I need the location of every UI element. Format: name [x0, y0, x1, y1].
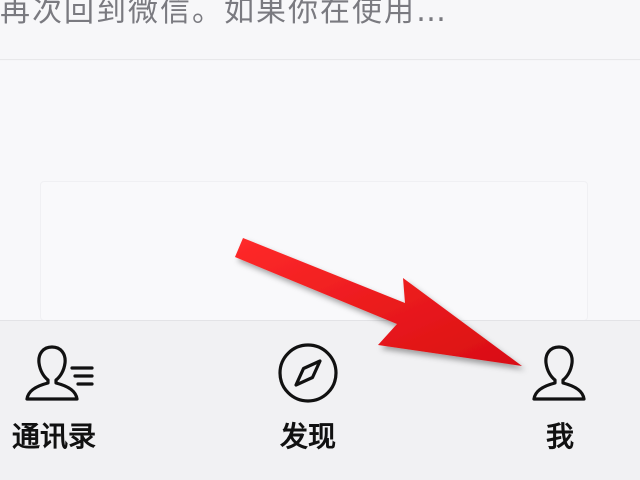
bottom-tab-bar: 通讯录 发现 我 — [0, 320, 640, 480]
tab-discover-label: 发现 — [280, 420, 337, 453]
content-area — [0, 61, 640, 321]
tab-discover[interactable]: 发现 — [250, 321, 380, 480]
person-icon — [526, 341, 592, 407]
tab-contacts-label: 通讯录 — [12, 420, 97, 453]
message-preview-text: 再次回到微信。如果你在使用… — [0, 0, 448, 29]
tab-me[interactable]: 我 — [510, 321, 620, 480]
content-card — [40, 181, 588, 321]
contacts-icon — [22, 341, 102, 407]
message-preview: 再次回到微信。如果你在使用… — [0, 0, 640, 60]
tab-me-label: 我 — [546, 420, 575, 453]
compass-icon — [276, 341, 340, 409]
tab-contacts[interactable]: 通讯录 — [0, 321, 140, 480]
